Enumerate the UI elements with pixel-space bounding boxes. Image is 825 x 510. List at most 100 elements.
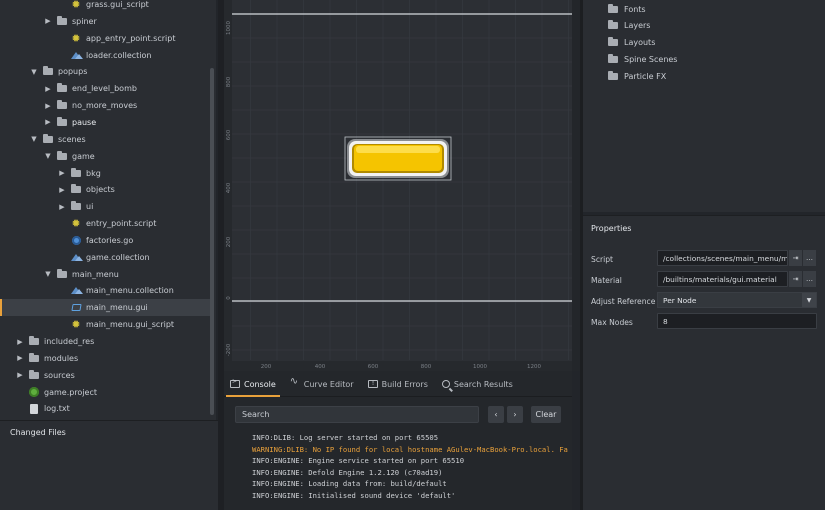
console-icon <box>230 378 240 388</box>
collapse-arrow-icon[interactable]: ▼ <box>43 269 53 279</box>
outline-item[interactable]: Spine Scenes <box>607 51 677 67</box>
tab-console[interactable]: Console <box>224 371 284 397</box>
chevron-down-icon: ▼ <box>802 293 816 307</box>
max-nodes-label: Max Nodes <box>591 318 633 327</box>
tree-item[interactable]: ▶ bkg <box>0 165 210 182</box>
expand-arrow-icon[interactable]: ▶ <box>15 370 25 380</box>
tree-item[interactable]: main_menu.collection <box>0 282 210 299</box>
browse-material-button[interactable]: … <box>803 271 816 287</box>
expand-arrow-icon[interactable]: ▶ <box>43 117 53 127</box>
previous-match-button[interactable]: ‹ <box>488 406 504 423</box>
tree-item[interactable]: game.collection <box>0 249 210 266</box>
tree-item-label: main_menu.gui <box>86 303 148 313</box>
tree-item-label: spiner <box>72 16 97 26</box>
gui-file-icon <box>70 302 82 314</box>
tree-item-label: main_menu.gui_script <box>86 320 175 330</box>
material-field[interactable]: /builtins/materials/gui.material <box>657 271 788 287</box>
tree-item[interactable]: ▶ pause <box>0 114 210 131</box>
clear-console-button[interactable]: Clear <box>531 406 561 423</box>
collapse-arrow-icon[interactable]: ▼ <box>43 151 53 161</box>
tree-item[interactable]: ▶ included_res <box>0 333 210 350</box>
outline-item[interactable]: Layouts <box>607 35 655 51</box>
log-line: INFO:ENGINE: Loading data from: build/de… <box>252 479 447 488</box>
outline-item-label: Particle FX <box>624 71 667 81</box>
tree-item[interactable]: log.txt <box>0 400 210 417</box>
folder-icon <box>607 20 619 32</box>
next-match-button[interactable]: › <box>507 406 523 423</box>
expand-arrow-icon[interactable]: ▶ <box>57 168 67 178</box>
tree-item[interactable]: ✹ app_entry_point.script <box>0 30 210 47</box>
tree-item[interactable]: ▼ scenes <box>0 131 210 148</box>
log-line: INFO:DLIB: Log server started on port 65… <box>252 433 439 442</box>
folder-icon <box>28 369 40 381</box>
console-search-input[interactable] <box>235 406 479 423</box>
folder-icon <box>28 336 40 348</box>
folder-icon <box>56 83 68 95</box>
material-label: Material <box>591 276 622 285</box>
tree-item[interactable]: ▶ ui <box>0 198 210 215</box>
adjust-reference-select[interactable]: Per Node ▼ <box>657 292 817 308</box>
x-ruler-tick: 800 <box>421 364 432 370</box>
tree-item[interactable]: factories.go <box>0 232 210 249</box>
tab-build-errors[interactable]: Build Errors <box>362 371 436 397</box>
properties-panel: Properties Script /collections/scenes/ma… <box>583 215 825 510</box>
tree-item[interactable]: ▶ end_level_bomb <box>0 80 210 97</box>
scene-scrollbar[interactable] <box>572 0 580 371</box>
tree-item[interactable]: game.project <box>0 384 210 401</box>
tree-item[interactable]: ▶ modules <box>0 350 210 367</box>
expand-arrow-icon[interactable]: ▶ <box>43 101 53 111</box>
expand-arrow-icon[interactable]: ▶ <box>43 16 53 26</box>
tree-item[interactable]: ▶ spiner <box>0 13 210 30</box>
folder-icon <box>70 184 82 196</box>
tree-item[interactable]: ▶ sources <box>0 367 210 384</box>
game-object-icon <box>70 234 82 246</box>
tree-item[interactable]: ✹ grass.gui_script <box>0 0 210 13</box>
tree-item-label: included_res <box>44 337 95 346</box>
tree-item[interactable]: ▼ popups <box>0 63 210 80</box>
tree-item-label: log.txt <box>44 404 70 414</box>
outline-item[interactable]: Layers <box>607 18 650 34</box>
tree-item[interactable]: ▼ game <box>0 148 210 165</box>
tree-item[interactable]: ✹ main_menu.gui_script <box>0 316 210 333</box>
collection-icon <box>70 285 83 297</box>
scene-view[interactable]: 1000 800 600 400 200 0 -200 200 400 600 800 1000 12… <box>224 0 572 371</box>
expand-arrow-icon[interactable]: ▶ <box>15 337 25 347</box>
tree-item[interactable]: ▶ objects <box>0 181 210 198</box>
tree-item[interactable]: ✹ entry_point.script <box>0 215 210 232</box>
bottom-panel: Console Curve Editor Build Errors Search… <box>224 371 572 510</box>
tab-search-results[interactable]: Search Results <box>436 371 521 397</box>
asset-browser: ✹ grass.gui_script ▶ spiner ✹ app_entry_point… <box>0 0 216 420</box>
asset-tree-scrollbar[interactable] <box>210 68 214 415</box>
scene-canvas[interactable]: 1000 800 600 400 200 0 -200 200 400 600 800 1000 12… <box>224 0 572 371</box>
expand-arrow-icon[interactable]: ▶ <box>15 353 25 363</box>
tree-item[interactable]: ▶ no_more_moves <box>0 97 210 114</box>
x-ruler-tick: 200 <box>261 364 272 370</box>
collection-icon <box>70 49 83 61</box>
folder-icon <box>56 150 68 162</box>
y-ruler-tick: 400 <box>226 182 232 193</box>
collapse-arrow-icon[interactable]: ▼ <box>29 67 39 77</box>
outline-item[interactable]: Particle FX <box>607 68 666 84</box>
tree-item-label: ui <box>86 202 94 212</box>
tree-item-label: game.collection <box>86 252 150 262</box>
tab-label: Console <box>244 379 276 389</box>
tab-curve-editor[interactable]: Curve Editor <box>284 371 362 397</box>
expand-arrow-icon[interactable]: ▶ <box>43 84 53 94</box>
folder-icon <box>56 268 68 280</box>
goto-material-button[interactable]: ⇥ <box>789 271 802 287</box>
tree-item[interactable]: main_menu.gui <box>0 299 210 317</box>
tree-item[interactable]: ▼ main_menu <box>0 266 210 283</box>
tree-item-label: main_menu.collection <box>86 286 174 296</box>
browse-script-button[interactable]: … <box>803 250 816 266</box>
tree-item-label: game.project <box>44 387 98 397</box>
collapse-arrow-icon[interactable]: ▼ <box>29 134 39 144</box>
max-nodes-field[interactable]: 8 <box>657 313 817 329</box>
text-file-icon <box>28 403 40 415</box>
script-field[interactable]: /collections/scenes/main_menu/ma <box>657 250 788 266</box>
outline-item[interactable]: Fonts <box>607 1 646 17</box>
tree-item[interactable]: loader.collection <box>0 47 210 64</box>
goto-script-button[interactable]: ⇥ <box>789 250 802 266</box>
expand-arrow-icon[interactable]: ▶ <box>57 185 67 195</box>
expand-arrow-icon[interactable]: ▶ <box>57 202 67 212</box>
